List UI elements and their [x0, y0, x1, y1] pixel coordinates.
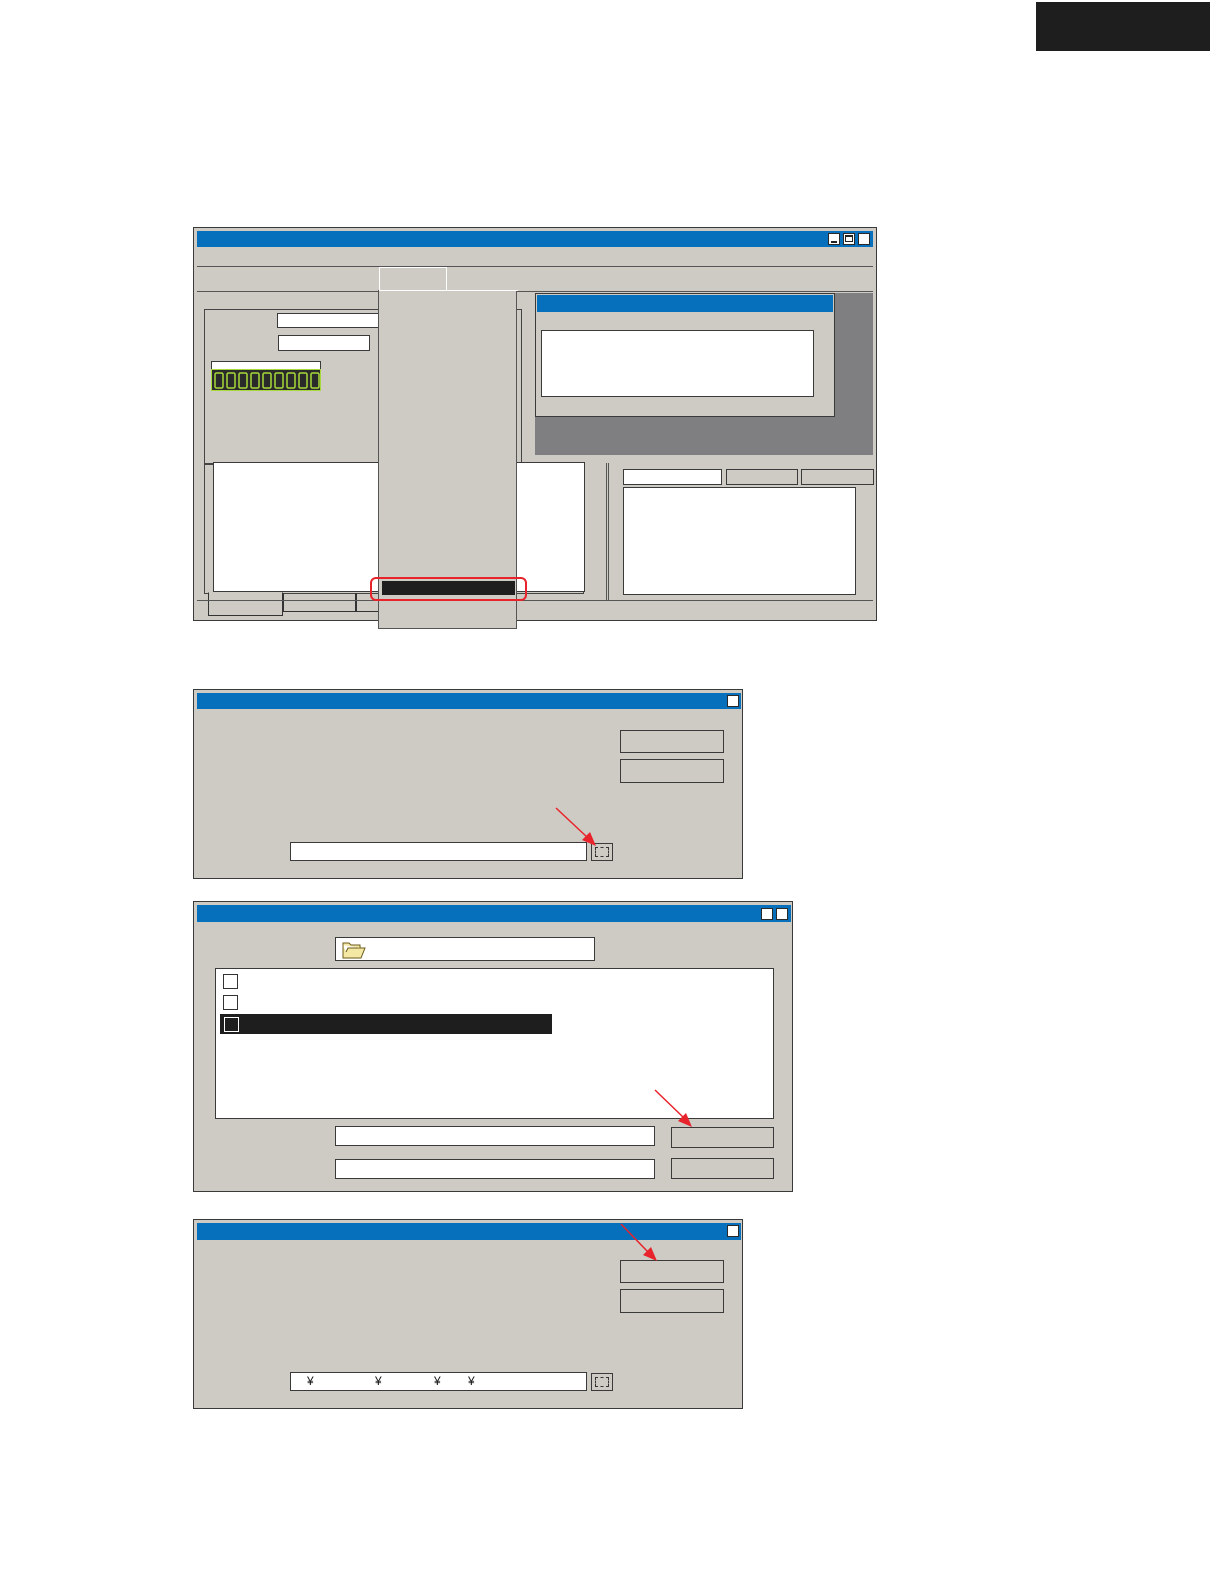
sub-window-content	[541, 330, 814, 397]
browse-icon[interactable]	[591, 843, 613, 861]
path-separator: ¥	[307, 1374, 314, 1388]
look-in-dropdown[interactable]	[335, 937, 595, 961]
right-header-col-2[interactable]	[726, 469, 798, 485]
browse-icon[interactable]	[591, 1373, 613, 1391]
splitter[interactable]	[606, 463, 609, 601]
right-header-col-1[interactable]	[623, 469, 722, 485]
folder-icon	[342, 942, 366, 959]
list-item-selected[interactable]	[220, 1014, 552, 1034]
path-separator: ¥	[468, 1374, 475, 1388]
led-segment	[214, 372, 224, 389]
folder-path-field[interactable]	[290, 842, 587, 861]
filetype-field[interactable]	[335, 1159, 655, 1179]
highlight-outline	[370, 577, 527, 601]
close-icon[interactable]	[776, 908, 788, 920]
open-button[interactable]	[671, 1127, 774, 1148]
main-window	[193, 227, 877, 621]
ok-button[interactable]	[620, 1260, 724, 1283]
filename-field[interactable]	[335, 1126, 655, 1146]
menu-bar-bottom	[197, 291, 873, 292]
menu-bar	[197, 266, 873, 267]
dialog-2-titlebar[interactable]	[197, 905, 791, 922]
led-segment	[274, 372, 284, 389]
status-line	[197, 600, 873, 601]
led-segment	[298, 372, 308, 389]
dialog-3-titlebar[interactable]	[197, 1223, 741, 1240]
led-counter	[211, 369, 321, 391]
dropdown-top-edge	[379, 290, 518, 291]
file-list[interactable]	[215, 968, 774, 1119]
menu-item-open[interactable]	[379, 267, 447, 291]
path-separator: ¥	[434, 1374, 441, 1388]
led-segment	[250, 372, 260, 389]
main-window-titlebar[interactable]	[197, 231, 873, 247]
led-segment	[238, 372, 248, 389]
path-separator: ¥	[375, 1374, 382, 1388]
text-field-1[interactable]	[277, 313, 381, 328]
dialog-1	[193, 689, 743, 879]
tab-2[interactable]	[283, 593, 356, 612]
help-icon[interactable]	[761, 908, 773, 920]
led-segment	[262, 372, 272, 389]
cancel-button[interactable]	[671, 1158, 774, 1179]
dialog-3: ¥ ¥ ¥ ¥	[193, 1219, 743, 1409]
text-field-2[interactable]	[278, 335, 370, 351]
dialog-1-titlebar[interactable]	[197, 693, 741, 709]
list-item-icon[interactable]	[223, 974, 238, 989]
cancel-button[interactable]	[620, 1289, 724, 1313]
page-tab	[1036, 2, 1210, 51]
sub-window-titlebar[interactable]	[537, 295, 833, 312]
list-item-icon[interactable]	[223, 995, 238, 1010]
close-icon[interactable]	[727, 1225, 739, 1237]
led-segment	[226, 372, 236, 389]
sub-window	[535, 293, 835, 417]
dialog-2	[193, 901, 793, 1192]
led-segment	[310, 372, 320, 389]
folder-path-field[interactable]: ¥ ¥ ¥ ¥	[290, 1372, 587, 1391]
close-icon[interactable]	[858, 233, 870, 245]
tab-1[interactable]	[208, 592, 283, 616]
minimize-icon[interactable]	[828, 233, 840, 245]
ok-button[interactable]	[620, 730, 724, 753]
right-list[interactable]	[623, 487, 856, 595]
right-header-col-3[interactable]	[801, 469, 874, 485]
led-segment	[286, 372, 296, 389]
cancel-button[interactable]	[620, 759, 724, 783]
maximize-icon[interactable]	[843, 233, 855, 245]
close-icon[interactable]	[727, 695, 739, 707]
